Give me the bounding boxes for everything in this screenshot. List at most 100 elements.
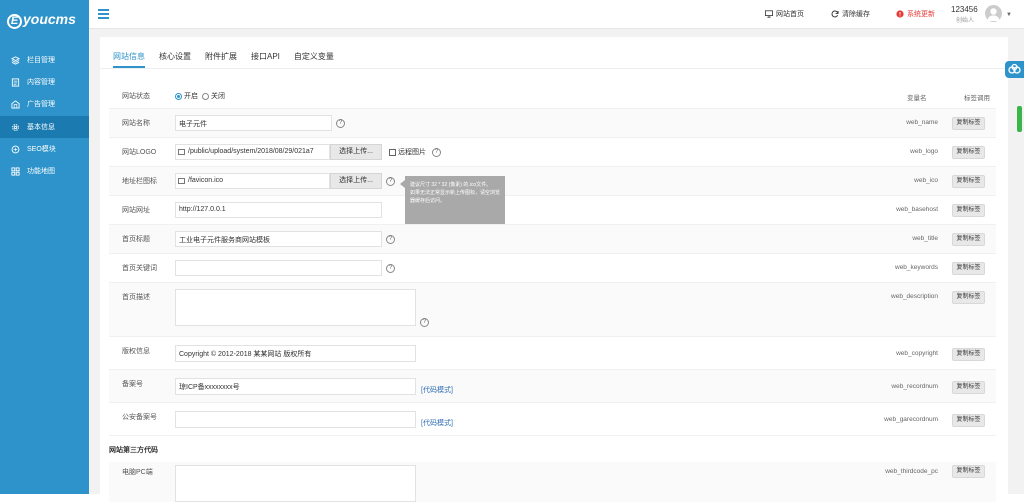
code-mode-link[interactable]: [代码模式] (421, 418, 453, 428)
copy-tag-button[interactable]: 复制标签 (952, 233, 985, 246)
help-icon[interactable]: ? (420, 318, 429, 327)
status-on-radio[interactable] (175, 92, 182, 100)
ico-tooltip: 建议尺寸 32 * 32 (像素) 的.ico文件。 如果无法正常显示新上传图标… (400, 176, 505, 224)
remote-image-checkbox[interactable] (389, 148, 396, 156)
var-garecordnum: web_garecordnum (884, 416, 938, 423)
site-name-input[interactable]: 电子元件 (175, 115, 332, 131)
row-site-basehost: 网站网址 http://127.0.0.1 web_basehost 复制标签 (109, 196, 996, 225)
document-icon (11, 77, 20, 87)
garecordnum-label: 公安备案号 (122, 414, 157, 421)
sidebar-item-content-management[interactable]: 内容管理 (0, 71, 89, 93)
tab-api[interactable]: 接口API (251, 51, 280, 68)
recordnum-textarea[interactable]: 琼ICP备xxxxxxxx号 (175, 378, 416, 395)
copy-tag-button[interactable]: 复制标签 (952, 175, 985, 188)
home-title-label: 首页标题 (122, 236, 150, 243)
image-icon (178, 149, 185, 155)
seo-icon (11, 145, 20, 154)
var-title: web_title (912, 235, 938, 242)
tab-core-settings[interactable]: 核心设置 (159, 51, 191, 68)
copyright-textarea[interactable]: Copyright © 2012-2018 某某网站 版权所有 (175, 345, 416, 362)
ad-icon (11, 99, 20, 109)
home-title-input[interactable]: 工业电子元件服务商网站模板 (175, 231, 382, 247)
var-recordnum: web_recordnum (891, 383, 938, 390)
var-name: web_name (906, 119, 938, 126)
sidebar-item-function-map[interactable]: 功能地图 (0, 160, 89, 182)
row-thirdcode-pc: 电脑PC端 web_thirdcode_pc 复制标签 (109, 462, 996, 502)
var-copyright: web_copyright (896, 350, 938, 357)
chevron-down-icon[interactable]: ▼ (1006, 12, 1012, 18)
logo-upload-button[interactable]: 选择上传... (330, 144, 382, 160)
logo[interactable]: Eyoucms (7, 11, 76, 29)
alert-icon (896, 10, 904, 18)
tag-header: 标签调用 (964, 95, 990, 102)
system-update-link[interactable]: 系统更新 (896, 9, 935, 19)
user-role: 创始人 (956, 18, 975, 24)
help-icon[interactable]: ? (386, 177, 395, 186)
code-mode-link[interactable]: [代码模式] (421, 385, 453, 395)
copy-tag-button[interactable]: 复制标签 (952, 117, 985, 130)
varname-header: 变量名 (907, 95, 927, 102)
floating-widget-button[interactable] (1005, 61, 1024, 78)
user-name[interactable]: 123456 (951, 5, 978, 14)
tab-attachment-extension[interactable]: 附件扩展 (205, 51, 237, 68)
copy-tag-button[interactable]: 复制标签 (952, 465, 985, 478)
refresh-icon (831, 10, 839, 18)
site-home-link[interactable]: 网站首页 (765, 9, 804, 19)
home-description-textarea[interactable] (175, 289, 416, 326)
home-keywords-input[interactable] (175, 260, 382, 276)
site-status-label: 网站状态 (122, 93, 150, 100)
divider (100, 68, 1008, 69)
recordnum-label: 备案号 (122, 381, 143, 388)
copy-tag-button[interactable]: 复制标签 (952, 146, 985, 159)
cloud-icon (1008, 63, 1021, 74)
sidebar-item-basic-info[interactable]: 基本信息 (0, 116, 89, 138)
ico-upload-button[interactable]: 选择上传... (330, 173, 382, 189)
copy-tag-button[interactable]: 复制标签 (952, 414, 985, 427)
copy-tag-button[interactable]: 复制标签 (952, 204, 985, 217)
var-ico: web_ico (914, 177, 938, 184)
copyright-label: 版权信息 (122, 348, 150, 355)
settings-table: 网站状态 开启 关闭 变量名 标签调用 网站名称 电子元件 ? web_name… (109, 85, 996, 502)
scrollbar-thumb[interactable] (1017, 106, 1022, 132)
clear-cache-link[interactable]: 清除缓存 (831, 9, 870, 19)
row-home-description: 首页描述 ? web_description 复制标签 (109, 283, 996, 337)
garecordnum-textarea[interactable] (175, 411, 416, 428)
ico-path-input[interactable]: /favicon.ico (175, 173, 330, 189)
hamburger-menu-icon[interactable] (98, 9, 109, 19)
monitor-icon (765, 10, 773, 18)
avatar[interactable] (985, 5, 1002, 22)
site-ico-label: 地址栏图标 (122, 178, 157, 185)
sidebar-item-seo[interactable]: SEO模块 (0, 138, 89, 160)
home-description-label: 首页描述 (122, 294, 150, 301)
row-garecordnum: 公安备案号 [代码模式] web_garecordnum 复制标签 (109, 403, 996, 436)
copy-tag-button[interactable]: 复制标签 (952, 262, 985, 275)
tab-bar: 网站信息 核心设置 附件扩展 接口API 自定义变量 (113, 51, 348, 68)
row-home-title: 首页标题 工业电子元件服务商网站模板 ? web_title 复制标签 (109, 225, 996, 254)
basehost-input[interactable]: http://127.0.0.1 (175, 202, 382, 218)
help-icon[interactable]: ? (336, 119, 345, 128)
var-basehost: web_basehost (896, 206, 938, 213)
copy-tag-button[interactable]: 复制标签 (952, 348, 985, 361)
help-icon[interactable]: ? (386, 264, 395, 273)
logo-path-input[interactable]: /public/upload/system/2018/08/29/021a7 (175, 144, 330, 160)
sidebar-item-ad-management[interactable]: 广告管理 (0, 93, 89, 115)
copy-tag-button[interactable]: 复制标签 (952, 291, 985, 304)
var-description: web_description (891, 293, 938, 300)
sidebar: Eyoucms 栏目管理 内容管理 广告管理 基本信息 SEO模块 功能地图 (0, 0, 89, 494)
status-off-radio[interactable] (202, 92, 209, 100)
help-icon[interactable]: ? (386, 235, 395, 244)
thirdcode-pc-textarea[interactable] (175, 465, 416, 502)
tab-site-info[interactable]: 网站信息 (113, 51, 145, 68)
copy-tag-button[interactable]: 复制标签 (952, 381, 985, 394)
sidebar-item-column-management[interactable]: 栏目管理 (0, 49, 89, 71)
tab-custom-variables[interactable]: 自定义变量 (294, 51, 334, 68)
help-icon[interactable]: ? (432, 148, 441, 157)
var-logo: web_logo (910, 148, 938, 155)
gear-icon (11, 123, 20, 132)
layers-icon (11, 55, 20, 65)
row-site-ico: 地址栏图标 /favicon.ico 选择上传... ? web_ico 复制标… (109, 167, 996, 196)
site-status-radio-group: 开启 关闭 (175, 91, 225, 101)
var-keywords: web_keywords (895, 264, 938, 271)
site-logo-label: 网站LOGO (122, 149, 157, 156)
third-party-section-title: 网站第三方代码 (109, 447, 158, 454)
